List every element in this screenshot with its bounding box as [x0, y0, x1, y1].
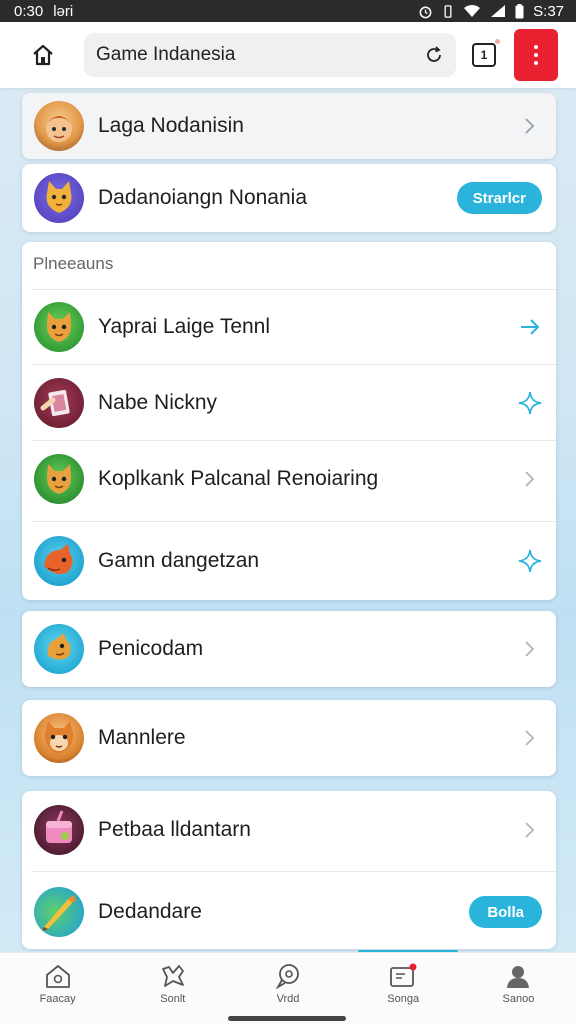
- list-item-label: Petbaa lldantarn: [98, 818, 251, 841]
- list-item[interactable]: Koplkank Palcanal Renoiaring: [22, 452, 556, 506]
- nav-item-chat[interactable]: Vrdd: [230, 953, 345, 1024]
- game-avatar-icon: [34, 536, 84, 586]
- home-icon: [45, 965, 70, 988]
- list-item[interactable]: Petbaa lldantarn: [22, 803, 556, 857]
- inbox-icon: [390, 963, 417, 987]
- play-button[interactable]: Bolla: [469, 896, 542, 928]
- list-card: Petbaa lldantarn Dedandare Bolla: [22, 791, 556, 949]
- section-card: Plneeauns Yaprai Laige Tennl Nabe Nickny: [22, 242, 556, 600]
- list-card: Laga Nodanisin: [22, 93, 556, 159]
- more-vert-icon[interactable]: [514, 29, 558, 81]
- game-avatar-icon: [34, 101, 84, 151]
- list-card: Dadanoiangn Nonania Strarlcr: [22, 164, 556, 232]
- chevron-right-icon: [518, 114, 542, 138]
- list-item-label: Nabe Nickny: [98, 391, 218, 414]
- list-card: Penicodam: [22, 611, 556, 687]
- tab-notification-dot: [495, 39, 500, 44]
- nav-item-label: Sonlt: [160, 993, 186, 1005]
- list-item-label: Gamn dangetzan: [98, 549, 260, 572]
- nav-item-label: Vrdd: [276, 993, 300, 1005]
- game-avatar-icon: [34, 378, 84, 428]
- section-title: Plneeauns: [33, 254, 114, 273]
- list-item[interactable]: Yaprai Laige Tennl: [22, 300, 556, 354]
- reload-icon[interactable]: [424, 45, 444, 65]
- list-item[interactable]: Nabe Nickny: [22, 376, 556, 430]
- chat-icon: [275, 964, 299, 989]
- list-card: Mannlere: [22, 700, 556, 776]
- nav-item-label: Songa: [387, 993, 420, 1005]
- home-icon: [33, 44, 53, 66]
- vibrate-icon: [444, 4, 452, 18]
- start-button[interactable]: Strarlcr: [456, 182, 542, 214]
- list-item[interactable]: Mannlere: [22, 712, 556, 764]
- status-carrier: ləri: [53, 2, 74, 20]
- status-clock: S:37: [533, 2, 564, 20]
- game-avatar-icon: [34, 302, 84, 352]
- nav-item-inbox[interactable]: Songa: [346, 953, 461, 1024]
- tab-switcher-button[interactable]: 1: [472, 39, 500, 67]
- nav-item-label: Faacay: [39, 993, 76, 1005]
- url-bar[interactable]: Game Indanesia: [84, 33, 456, 77]
- list-item[interactable]: Laga Nodanisin: [22, 101, 556, 151]
- game-avatar-icon: [34, 887, 84, 937]
- list-item-label: Koplkank Palcanal Renoiaring: [98, 467, 379, 490]
- alarm-icon: [419, 6, 432, 18]
- list-item[interactable]: Dedandare Bolla: [22, 885, 556, 939]
- game-avatar-icon: [34, 454, 84, 504]
- content-list[interactable]: Laga Nodanisin Dadanoiangn Nonania Strar…: [0, 88, 576, 952]
- chevron-right-icon: [518, 467, 542, 491]
- tab-count: 1: [480, 48, 488, 62]
- game-avatar-icon: [34, 173, 84, 223]
- signal-icon: [491, 5, 506, 17]
- home-button[interactable]: [28, 40, 58, 70]
- url-text: Game Indanesia: [96, 44, 236, 65]
- chevron-right-icon: [518, 818, 542, 842]
- wifi-icon: [464, 4, 481, 17]
- profile-icon: [507, 966, 530, 988]
- sparkle-icon: [518, 549, 542, 573]
- home-indicator[interactable]: [228, 1016, 346, 1021]
- list-item-label: Yaprai Laige Tennl: [98, 315, 271, 338]
- nav-item-profile[interactable]: Sanoo: [461, 953, 576, 1024]
- list-item[interactable]: Gamn dangetzan: [22, 534, 556, 588]
- nav-item-games[interactable]: Sonlt: [115, 953, 230, 1024]
- list-item[interactable]: Dadanoiangn Nonania Strarlcr: [22, 172, 556, 224]
- game-avatar-icon: [34, 805, 84, 855]
- list-item-label: Dadanoiangn Nonania: [98, 186, 308, 209]
- list-item-label: Penicodam: [98, 637, 204, 660]
- list-item[interactable]: Penicodam: [22, 623, 556, 675]
- status-time: 0:30: [14, 2, 44, 20]
- nav-item-home[interactable]: Faacay: [0, 953, 115, 1024]
- sparkle-icon: [518, 391, 542, 415]
- bottom-navigation: Faacay Sonlt Vrdd Songa Sanoo: [0, 952, 576, 1024]
- chevron-right-icon: [518, 637, 542, 661]
- list-item-label: Mannlere: [98, 726, 186, 749]
- status-bar: 0:30 ləri S:37: [0, 0, 576, 22]
- arrow-right-icon: [518, 315, 542, 339]
- game-avatar-icon: [34, 713, 84, 763]
- list-item-label: Laga Nodanisin: [98, 114, 244, 137]
- game-avatar-icon: [34, 624, 84, 674]
- battery-icon: [515, 3, 524, 18]
- list-item-label: Dedandare: [98, 900, 202, 923]
- nav-item-label: Sanoo: [502, 993, 535, 1005]
- chevron-right-icon: [518, 726, 542, 750]
- puzzle-icon: [161, 965, 184, 987]
- browser-toolbar: Game Indanesia 1: [0, 22, 576, 88]
